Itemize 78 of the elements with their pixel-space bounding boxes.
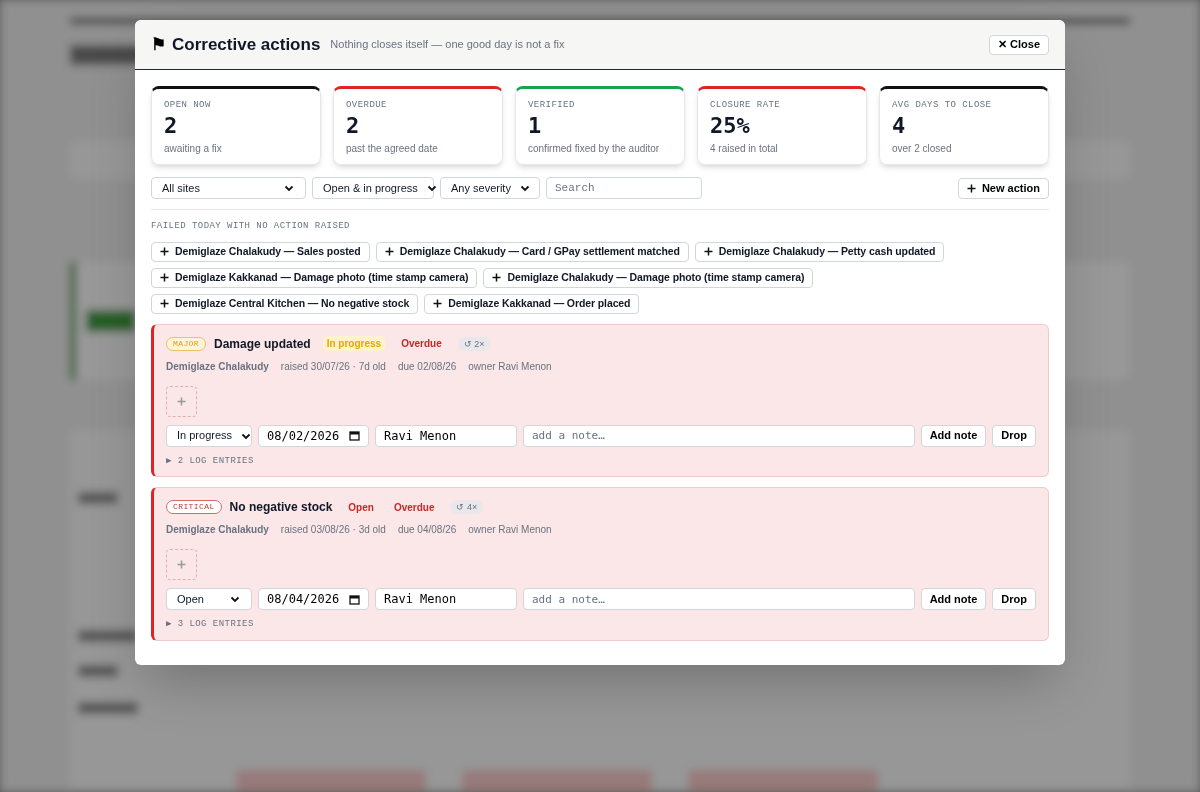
plus-icon bbox=[492, 273, 502, 282]
repeat-count-badge: ↺ 4× bbox=[450, 500, 484, 514]
action-title: Damage updated bbox=[214, 335, 311, 353]
plus-icon bbox=[160, 247, 169, 256]
stat-value: 1 bbox=[528, 112, 543, 139]
dialog-title: Corrective actions bbox=[172, 33, 321, 56]
raised-date: raised 03/08/26 · 3d old bbox=[280, 523, 386, 537]
stat-label: OPEN NOW bbox=[164, 99, 212, 112]
severity-select[interactable]: Any severity bbox=[440, 177, 540, 199]
add-photo-button[interactable] bbox=[166, 549, 197, 580]
stat-label: CLOSURE RATE bbox=[710, 99, 782, 112]
stat-note: 4 raised in total bbox=[710, 141, 779, 156]
plus-icon bbox=[433, 299, 443, 308]
calendar-icon bbox=[349, 430, 360, 441]
raise-action-chip[interactable]: Demiglaze Chalakudy — Sales posted bbox=[151, 241, 370, 262]
stat-value: 2 bbox=[346, 112, 361, 139]
add-note-button[interactable]: Add note bbox=[920, 424, 987, 447]
date-field[interactable]: 08/04/2026 bbox=[258, 588, 369, 610]
site-select[interactable]: All sites bbox=[151, 177, 306, 199]
plus-icon bbox=[160, 299, 169, 308]
status-label: Open bbox=[347, 500, 375, 515]
plus-icon bbox=[384, 247, 394, 256]
plus-icon bbox=[177, 560, 186, 569]
add-note-button[interactable]: Add note bbox=[920, 588, 987, 610]
stat-label: AVG DAYS TO CLOSE bbox=[892, 99, 993, 112]
stat-label: OVERDUE bbox=[346, 99, 388, 112]
stat-note: confirmed fixed by the auditor bbox=[528, 141, 661, 156]
flag-icon: ⚑ bbox=[151, 31, 166, 58]
note-field[interactable]: add a note… bbox=[523, 424, 915, 447]
repeat-count-badge: ↺ 2× bbox=[457, 336, 491, 351]
calendar-icon bbox=[349, 593, 360, 605]
stat-note: over 2 closed bbox=[892, 141, 953, 156]
stat-value: 25% bbox=[710, 112, 751, 139]
overdue-label: Overdue bbox=[401, 337, 442, 351]
raise-action-chip[interactable]: Demiglaze Central Kitchen — No negative stock bbox=[151, 293, 419, 314]
raised-date: raised 30/07/26 · 7d old bbox=[280, 359, 386, 374]
plus-icon bbox=[703, 247, 713, 256]
site-name: Demiglaze Chalakudy bbox=[166, 359, 269, 374]
owner-field[interactable]: Ravi Menon bbox=[375, 588, 517, 610]
close-button[interactable]: ✕ Close bbox=[989, 34, 1049, 55]
log-entries-toggle[interactable]: ▶ 3 LOG ENTRIES bbox=[166, 618, 254, 632]
severity-badge: MAJOR bbox=[166, 336, 206, 351]
plus-icon bbox=[966, 183, 976, 193]
stat-value: 2 bbox=[164, 112, 179, 139]
new-action-button[interactable]: New action bbox=[957, 177, 1049, 199]
search-field[interactable]: Search bbox=[546, 177, 702, 199]
raise-action-chip[interactable]: Demiglaze Chalakudy — Damage photo (time stamp camera) bbox=[483, 267, 814, 288]
site-name: Demiglaze Chalakudy bbox=[166, 523, 269, 537]
owner-field[interactable]: Ravi Menon bbox=[375, 424, 517, 447]
raise-action-chip[interactable]: Demiglaze Kakkanad — Order placed bbox=[424, 293, 640, 314]
due-date: due 02/08/26 bbox=[397, 359, 457, 374]
status-select[interactable]: In progress bbox=[166, 424, 252, 447]
plus-icon bbox=[160, 273, 169, 282]
note-field[interactable]: add a note… bbox=[523, 588, 915, 610]
add-photo-button[interactable] bbox=[166, 385, 197, 417]
owner-text: owner Ravi Menon bbox=[468, 359, 552, 374]
status-filter-select[interactable]: Open & in progress bbox=[312, 177, 434, 199]
section-heading: FAILED TODAY WITH NO ACTION RAISED bbox=[151, 220, 351, 233]
status-select[interactable]: Open bbox=[166, 588, 252, 610]
raise-action-chip[interactable]: Demiglaze Chalakudy — Card / GPay settlement matched bbox=[375, 241, 689, 262]
owner-text: owner Ravi Menon bbox=[468, 523, 552, 537]
stat-value: 4 bbox=[892, 112, 907, 139]
dialog-subtitle: Nothing closes itself — one good day is not a fix bbox=[330, 37, 565, 53]
action-title: No negative stock bbox=[229, 499, 333, 516]
raise-action-chip[interactable]: Demiglaze Chalakudy — Petty cash updated bbox=[694, 241, 945, 262]
status-label: In progress bbox=[322, 336, 386, 351]
stat-note: past the agreed date bbox=[346, 141, 439, 156]
raise-action-chip[interactable]: Demiglaze Kakkanad — Damage photo (time stamp camera) bbox=[151, 267, 478, 288]
due-date: due 04/08/26 bbox=[397, 523, 457, 537]
date-field[interactable]: 08/02/2026 bbox=[258, 424, 369, 447]
plus-icon bbox=[177, 396, 186, 406]
severity-badge: CRITICAL bbox=[166, 500, 222, 514]
drop-button[interactable]: Drop bbox=[992, 424, 1036, 447]
overdue-label: Overdue bbox=[393, 500, 435, 515]
stat-label: VERIFIED bbox=[528, 99, 576, 112]
log-entries-toggle[interactable]: ▶ 2 LOG ENTRIES bbox=[166, 454, 254, 468]
drop-button[interactable]: Drop bbox=[992, 588, 1036, 610]
stat-note: awaiting a fix bbox=[164, 141, 223, 156]
